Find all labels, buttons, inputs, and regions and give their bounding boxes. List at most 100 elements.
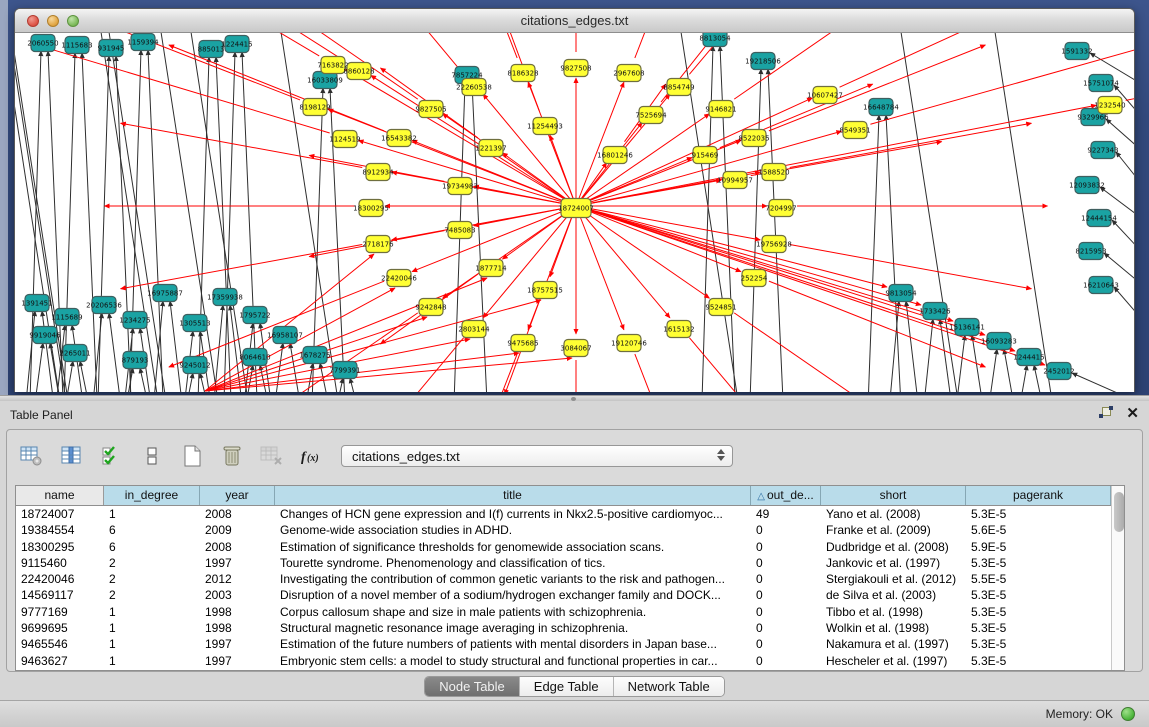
cell-out_de[interactable]: 49	[751, 506, 821, 522]
cell-pagerank[interactable]: 5.6E-5	[966, 522, 1111, 538]
delete-table-icon[interactable]	[255, 440, 289, 472]
graph-node[interactable]: 11254493	[527, 118, 563, 135]
cell-short[interactable]: Jankovic et al. (1997)	[821, 555, 966, 571]
cell-name[interactable]: 9465546	[16, 636, 104, 652]
cell-in_degree[interactable]: 6	[104, 522, 200, 538]
cell-in_degree[interactable]: 2	[104, 555, 200, 571]
cell-out_de[interactable]: 0	[751, 636, 821, 652]
graph-node[interactable]: 8186328	[507, 65, 538, 82]
graph-node[interactable]: 9146821	[705, 101, 736, 118]
cell-title[interactable]: Corpus callosum shape and size in male p…	[275, 604, 751, 620]
graph-node[interactable]: 252254	[741, 270, 768, 287]
graph-node[interactable]: 2718176	[362, 236, 394, 253]
cell-out_de[interactable]: 0	[751, 571, 821, 587]
cell-in_degree[interactable]: 1	[104, 604, 200, 620]
cell-pagerank[interactable]: 5.9E-5	[966, 539, 1111, 555]
minimize-window-icon[interactable]	[47, 15, 59, 27]
cell-name[interactable]: 18724007	[16, 506, 104, 522]
table-row[interactable]: 2242004622012Investigating the contribut…	[16, 571, 1111, 587]
cell-title[interactable]: Structural magnetic resonance image aver…	[275, 620, 751, 636]
graph-node[interactable]: 1221397	[475, 140, 506, 157]
graph-node[interactable]: 18757515	[527, 282, 563, 299]
graph-node[interactable]: 3084067	[560, 340, 591, 357]
table-row[interactable]: 969969511998Structural magnetic resonanc…	[16, 620, 1111, 636]
cell-in_degree[interactable]: 1	[104, 506, 200, 522]
cell-pagerank[interactable]: 5.3E-5	[966, 587, 1111, 603]
cell-title[interactable]: Disruption of a novel member of a sodium…	[275, 587, 751, 603]
cell-out_de[interactable]: 0	[751, 522, 821, 538]
graph-node[interactable]: 1305513	[179, 315, 210, 332]
tab-network-table[interactable]: Network Table	[614, 677, 724, 696]
cell-name[interactable]: 18300295	[16, 539, 104, 555]
cell-title[interactable]: Estimation of significance thresholds fo…	[275, 539, 751, 555]
cell-out_de[interactable]: 0	[751, 604, 821, 620]
graph-node[interactable]: 15751074	[1083, 75, 1119, 92]
table-row[interactable]: 1830029562008Estimation of significance …	[16, 539, 1111, 555]
cell-title[interactable]: Investigating the contribution of common…	[275, 571, 751, 587]
cell-pagerank[interactable]: 5.3E-5	[966, 653, 1111, 669]
cell-out_de[interactable]: 0	[751, 620, 821, 636]
graph-node[interactable]: 9827508	[560, 60, 591, 77]
cell-year[interactable]: 1997	[200, 636, 275, 652]
graph-node[interactable]: 1678275	[299, 347, 330, 364]
graph-node[interactable]: 2452012	[1043, 363, 1074, 380]
graph-node[interactable]: 9242848	[415, 299, 446, 316]
column-header-pagerank[interactable]: pagerank	[966, 486, 1111, 505]
graph-node[interactable]: 8854749	[663, 79, 694, 96]
graph-node[interactable]: 9245012	[179, 357, 210, 374]
cell-title[interactable]: Estimation of the future numbers of pati…	[275, 636, 751, 652]
cell-short[interactable]: Yano et al. (2008)	[821, 506, 966, 522]
new-column-icon[interactable]	[175, 440, 209, 472]
graph-node[interactable]: 19734983	[442, 178, 478, 195]
graph-node[interactable]: 9813054	[885, 285, 917, 302]
cell-title[interactable]: Changes of HCN gene expression and I(f) …	[275, 506, 751, 522]
table-scrollbar[interactable]	[1111, 486, 1124, 670]
graph-node[interactable]: 8860128	[343, 63, 374, 80]
graph-node[interactable]: 2265011	[59, 345, 90, 362]
graph-node[interactable]: 2060550	[27, 35, 58, 52]
cell-title[interactable]: Tourette syndrome. Phenomenology and cla…	[275, 555, 751, 571]
graph-node[interactable]: 1877714	[475, 260, 507, 277]
graph-node[interactable]: 1124519	[329, 131, 360, 148]
cell-out_de[interactable]: 0	[751, 555, 821, 571]
graph-node[interactable]: 1115683	[61, 37, 92, 54]
cell-name[interactable]: 19384554	[16, 522, 104, 538]
graph-node[interactable]: 879193	[122, 352, 149, 369]
column-header-title[interactable]: title	[275, 486, 751, 505]
table-row[interactable]: 1872400712008Changes of HCN gene express…	[16, 506, 1111, 522]
cell-short[interactable]: Wolkin et al. (1998)	[821, 620, 966, 636]
close-panel-icon[interactable]: ✕	[1126, 406, 1139, 421]
graph-node[interactable]: 1588520	[758, 164, 789, 181]
cell-year[interactable]: 2009	[200, 522, 275, 538]
graph-node[interactable]: 1591332	[1061, 43, 1092, 60]
select-all-icon[interactable]	[95, 440, 129, 472]
graph-node[interactable]: 8522035	[738, 130, 769, 147]
graph-node[interactable]: 7525694	[635, 107, 667, 124]
cell-in_degree[interactable]: 2	[104, 571, 200, 587]
cell-name[interactable]: 9777169	[16, 604, 104, 620]
graph-node[interactable]: 1244415	[1013, 349, 1044, 366]
graph-node[interactable]: 1115689	[51, 309, 82, 326]
graph-node[interactable]: 16801246	[597, 147, 633, 164]
graph-node[interactable]: 1159394	[127, 34, 159, 51]
cell-title[interactable]: Genome-wide association studies in ADHD.	[275, 522, 751, 538]
table-selector-dropdown[interactable]: citations_edges.txt	[341, 445, 733, 467]
graph-node[interactable]: 9827505	[415, 101, 446, 118]
unselect-all-icon[interactable]	[135, 440, 169, 472]
cell-year[interactable]: 1998	[200, 604, 275, 620]
network-graph-canvas[interactable]: 2060550111568393194511593948850131224415…	[15, 33, 1134, 392]
cell-name[interactable]: 9699695	[16, 620, 104, 636]
zoom-window-icon[interactable]	[67, 15, 79, 27]
graph-node[interactable]: 16093283	[981, 333, 1017, 350]
cell-out_de[interactable]: 0	[751, 653, 821, 669]
graph-node[interactable]: 1391451	[21, 295, 52, 312]
cell-short[interactable]: Hescheler et al. (1997)	[821, 653, 966, 669]
graph-node[interactable]: 18300295	[353, 200, 389, 217]
scrollbar-thumb[interactable]	[1114, 492, 1124, 532]
graph-node[interactable]: 931945	[98, 40, 125, 57]
graph-node[interactable]: 1615132	[663, 321, 694, 338]
graph-node[interactable]: 16210643	[1083, 277, 1119, 294]
graph-node[interactable]: 7799391	[329, 362, 360, 379]
cell-short[interactable]: de Silva et al. (2003)	[821, 587, 966, 603]
column-header-in_degree[interactable]: in_degree	[104, 486, 200, 505]
